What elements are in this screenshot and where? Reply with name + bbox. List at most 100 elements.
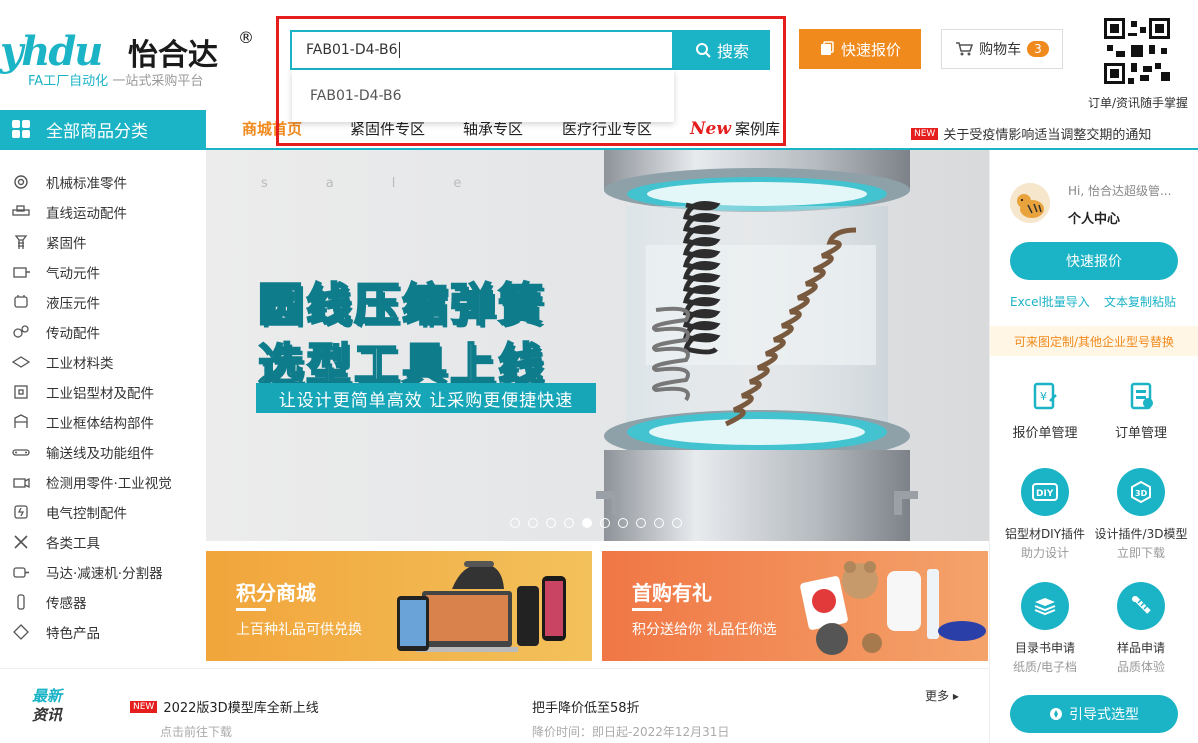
sidebar-item-label: 马达·减速机·分割器 [46, 566, 163, 582]
search-suggestions: FAB01-D4-B6 [292, 70, 674, 122]
promo-first-purchase[interactable]: 首购有礼 积分送给你 礼品任你选 [602, 551, 988, 661]
sidebar-item-label: 直线运动配件 [46, 206, 127, 222]
service-label: 样品申请 [1116, 641, 1165, 655]
sample-icon [1132, 596, 1151, 614]
sidebar-item[interactable]: 电气控制配件 [10, 502, 127, 522]
logo-name[interactable]: 怡合达 [128, 30, 218, 74]
news-title: 2022版3D模型库全新上线 [163, 701, 319, 716]
carousel-dot[interactable] [636, 518, 646, 528]
qr-caption: 订单/资讯随手掌握 [1088, 96, 1189, 110]
cart-icon [956, 42, 974, 56]
sidebar-item[interactable]: 紧固件 [10, 232, 87, 252]
sidebar-item-label: 特色产品 [46, 626, 100, 642]
banner-title-line1: 圆线压缩弹簧 [257, 277, 547, 332]
catalog-icon [1034, 598, 1056, 616]
svg-text:DIY: DIY [1036, 489, 1054, 499]
carousel-dot[interactable] [564, 518, 574, 528]
cart-button[interactable]: 购物车 3 [941, 29, 1063, 69]
sidebar-item[interactable]: 气动元件 [10, 262, 100, 282]
svg-text:¥: ¥ [1040, 390, 1047, 403]
sidebar-item[interactable]: 工业铝型材及配件 [10, 382, 154, 402]
carousel-dot[interactable] [654, 518, 664, 528]
panel-quick-quote-button[interactable]: 快速报价 [1010, 242, 1178, 280]
news-more-label: 更多 [925, 689, 950, 703]
carousel-dot[interactable] [618, 518, 628, 528]
electrical-icon [10, 503, 32, 521]
avatar[interactable] [1010, 183, 1050, 223]
motor-icon [10, 563, 32, 581]
carousel-dot[interactable] [528, 518, 538, 528]
transmission-icon [10, 323, 32, 341]
sidebar-item-label: 工业材料类 [46, 356, 114, 372]
catalog-request-button[interactable] [1021, 582, 1069, 630]
gear-icon [10, 173, 32, 191]
sidebar-item[interactable]: 检测用零件·工业视觉 [10, 472, 172, 492]
compass-icon [1050, 708, 1062, 720]
sidebar-item[interactable]: 传动配件 [10, 322, 100, 342]
text-paste-link[interactable]: 文本复制粘贴 [1104, 293, 1176, 310]
3d-plugin-button[interactable]: 3D [1117, 468, 1165, 516]
service-sub: 立即下载 [1116, 546, 1165, 560]
all-categories-label: 全部商品分类 [46, 121, 148, 142]
cart-label: 购物车 [979, 42, 1022, 58]
tagline-rest: 一站式采购平台 [108, 74, 204, 89]
cylinder-icon [10, 263, 32, 281]
3d-model-icon: 3D [1131, 480, 1151, 504]
diy-plugin-button[interactable]: DIY [1021, 468, 1069, 516]
quote-management-link[interactable]: ¥ 报价单管理 [1000, 378, 1090, 441]
promo-underline [236, 608, 266, 611]
sidebar-item[interactable]: 液压元件 [10, 292, 100, 312]
sidebar-item-label: 气动元件 [46, 266, 100, 282]
qr-code [1104, 18, 1170, 84]
logo-mark[interactable]: yhdu [0, 28, 103, 75]
user-greeting: Hi, 怡合达超级管... [1068, 184, 1172, 198]
suggestion-item[interactable]: FAB01-D4-B6 [310, 88, 402, 104]
sidebar-item[interactable]: 马达·减速机·分割器 [10, 562, 163, 582]
promo-points-mall[interactable]: 积分商城 上百种礼品可供兑换 [206, 551, 592, 661]
conveyor-icon [10, 443, 32, 461]
sidebar-item-label: 传动配件 [46, 326, 100, 342]
all-categories-button[interactable]: 全部商品分类 [0, 110, 206, 148]
user-panel: Hi, 怡合达超级管... 个人中心 快速报价 Excel批量导入 文本复制粘贴… [989, 150, 1198, 743]
registered-mark: ® [238, 28, 254, 47]
promo-subtitle: 积分送给你 礼品任你选 [632, 622, 777, 638]
sidebar-item[interactable]: 输送线及功能组件 [10, 442, 154, 462]
hero-banner[interactable]: sale 圆线压缩弹簧 选型工具上线 让设计更简单高效 让采购更便捷快速 [206, 150, 989, 541]
banner-subtitle: 让设计更简单高效 让采购更便捷快速 [256, 383, 596, 413]
carousel-dot[interactable] [600, 518, 610, 528]
sidebar-item[interactable]: 工业框体结构部件 [10, 412, 154, 432]
guided-selection-button[interactable]: 引导式选型 [1010, 695, 1178, 733]
carousel-dot[interactable] [546, 518, 556, 528]
custom-order-banner[interactable]: 可来图定制/其他企业型号替换 [990, 326, 1198, 356]
tools-icon [10, 533, 32, 551]
sidebar-item[interactable]: 传感器 [10, 592, 87, 612]
sidebar-item[interactable]: 各类工具 [10, 532, 100, 552]
sidebar-item[interactable]: 直线运动配件 [10, 202, 127, 222]
sidebar-item-label: 传感器 [46, 596, 87, 612]
news-tag-line2: 资讯 [32, 706, 63, 724]
sidebar-item[interactable]: 特色产品 [10, 622, 100, 642]
personal-center-link[interactable]: 个人中心 [1068, 208, 1120, 227]
sidebar-item[interactable]: 机械标准零件 [10, 172, 127, 192]
carousel-dot[interactable] [672, 518, 682, 528]
news-item[interactable]: NEW 2022版3D模型库全新上线 [130, 697, 319, 716]
news-more-link[interactable]: 更多 ▸ [925, 687, 959, 704]
tagline-fa: FA工厂自动化 [28, 74, 109, 89]
hydraulic-icon [10, 293, 32, 311]
excel-import-link[interactable]: Excel批量导入 [1010, 293, 1090, 310]
sidebar-item-label: 工业框体结构部件 [46, 416, 154, 432]
news-tag: 最新 资讯 [32, 687, 62, 725]
quick-quote-button[interactable]: 快速报价 [799, 29, 921, 69]
chevron-right-icon: ▸ [952, 689, 959, 703]
sample-request-button[interactable] [1117, 582, 1165, 630]
linear-rail-icon [10, 203, 32, 221]
carousel-dot[interactable] [510, 518, 520, 528]
sidebar-item[interactable]: 工业材料类 [10, 352, 114, 372]
order-management-link[interactable]: 订单管理 [1096, 378, 1186, 441]
cart-count-badge: 3 [1027, 41, 1049, 57]
screw-icon [10, 233, 32, 251]
news-item[interactable]: 把手降价低至58折 [532, 697, 640, 716]
news-new-tag: NEW [130, 700, 158, 713]
carousel-dot[interactable] [582, 518, 592, 528]
notice-link[interactable]: NEW 关于受疫情影响适当调整交期的通知 [911, 124, 1151, 143]
